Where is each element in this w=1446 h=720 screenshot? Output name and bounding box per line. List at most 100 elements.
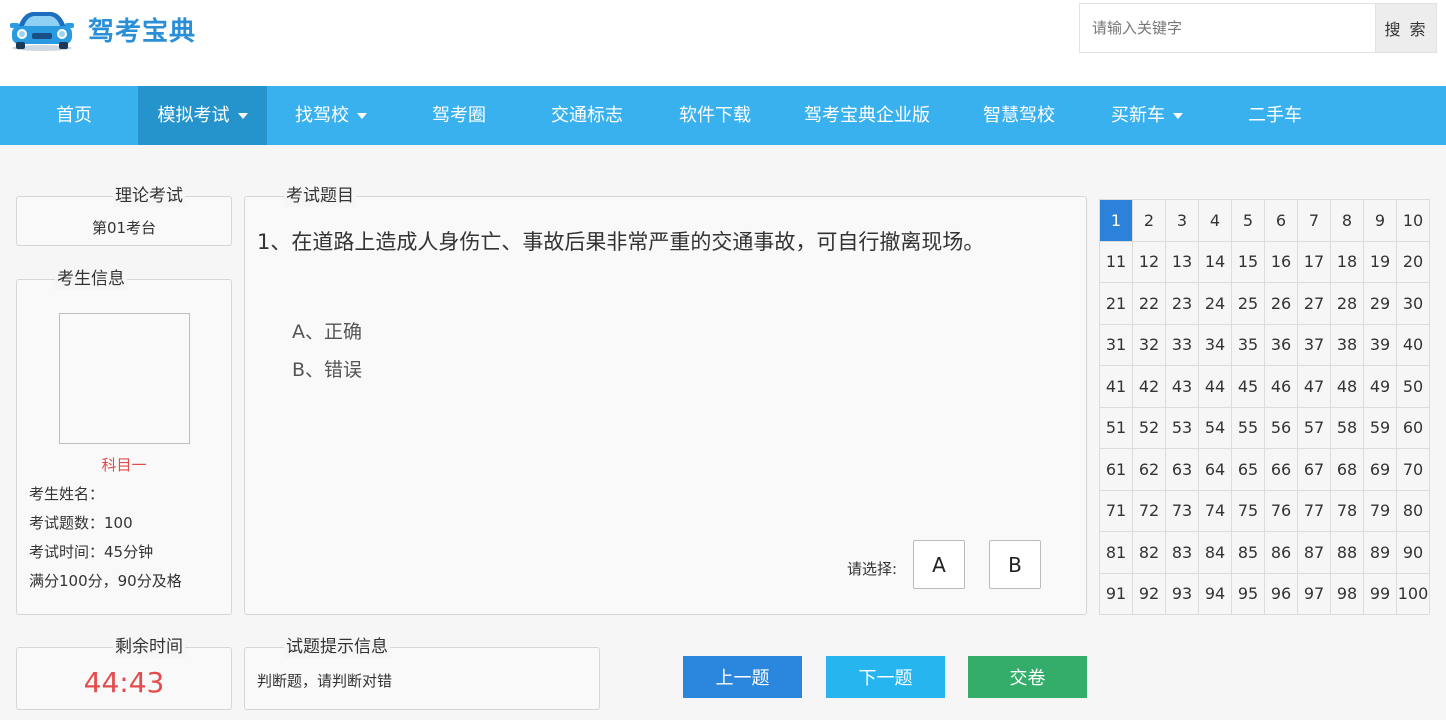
question-number-cell[interactable]: 24 (1198, 282, 1232, 325)
option-b[interactable]: B、错误 (292, 355, 362, 382)
question-number-cell[interactable]: 43 (1165, 365, 1199, 408)
question-number-cell[interactable]: 84 (1198, 531, 1232, 574)
question-number-cell[interactable]: 21 (1099, 282, 1133, 325)
search-input[interactable] (1080, 4, 1375, 52)
question-number-cell[interactable]: 66 (1264, 448, 1298, 491)
question-number-cell[interactable]: 61 (1099, 448, 1133, 491)
nav-item-mock-exam[interactable]: 模拟考试 (138, 86, 267, 145)
question-number-cell[interactable]: 63 (1165, 448, 1199, 491)
question-number-cell[interactable]: 94 (1198, 572, 1232, 615)
question-number-cell[interactable]: 98 (1330, 572, 1364, 615)
prev-question-button[interactable]: 上一题 (683, 656, 802, 698)
question-number-cell[interactable]: 22 (1132, 282, 1166, 325)
nav-item-find-school[interactable]: 找驾校 (267, 86, 395, 145)
logo[interactable]: 驾考宝典 (8, 6, 196, 52)
question-number-cell[interactable]: 42 (1132, 365, 1166, 408)
question-number-cell[interactable]: 38 (1330, 323, 1364, 366)
question-number-cell[interactable]: 59 (1363, 406, 1397, 449)
question-number-cell[interactable]: 45 (1231, 365, 1265, 408)
question-number-cell[interactable]: 62 (1132, 448, 1166, 491)
question-number-cell[interactable]: 58 (1330, 406, 1364, 449)
question-number-cell[interactable]: 73 (1165, 489, 1199, 532)
nav-item-enterprise[interactable]: 驾考宝典企业版 (779, 86, 955, 145)
question-number-cell[interactable]: 2 (1132, 199, 1166, 242)
question-number-cell[interactable]: 96 (1264, 572, 1298, 615)
question-number-cell[interactable]: 52 (1132, 406, 1166, 449)
question-number-cell[interactable]: 79 (1363, 489, 1397, 532)
search-button[interactable]: 搜 索 (1375, 4, 1436, 52)
question-number-cell[interactable]: 46 (1264, 365, 1298, 408)
question-number-cell[interactable]: 25 (1231, 282, 1265, 325)
nav-item-used-car[interactable]: 二手车 (1211, 86, 1339, 145)
question-number-cell[interactable]: 76 (1264, 489, 1298, 532)
question-number-cell[interactable]: 92 (1132, 572, 1166, 615)
question-number-cell[interactable]: 55 (1231, 406, 1265, 449)
question-number-cell[interactable]: 8 (1330, 199, 1364, 242)
question-number-cell[interactable]: 97 (1297, 572, 1331, 615)
question-number-cell[interactable]: 51 (1099, 406, 1133, 449)
question-number-cell[interactable]: 15 (1231, 240, 1265, 283)
question-number-cell[interactable]: 82 (1132, 531, 1166, 574)
question-number-cell[interactable]: 64 (1198, 448, 1232, 491)
question-number-cell[interactable]: 6 (1264, 199, 1298, 242)
question-number-cell[interactable]: 35 (1231, 323, 1265, 366)
question-number-cell[interactable]: 32 (1132, 323, 1166, 366)
question-number-cell[interactable]: 87 (1297, 531, 1331, 574)
question-number-cell[interactable]: 44 (1198, 365, 1232, 408)
question-number-cell[interactable]: 33 (1165, 323, 1199, 366)
question-number-cell[interactable]: 53 (1165, 406, 1199, 449)
question-number-cell[interactable]: 36 (1264, 323, 1298, 366)
question-number-cell[interactable]: 17 (1297, 240, 1331, 283)
answer-b-button[interactable]: B (989, 540, 1041, 589)
question-number-cell[interactable]: 23 (1165, 282, 1199, 325)
question-number-cell[interactable]: 12 (1132, 240, 1166, 283)
question-number-cell[interactable]: 80 (1396, 489, 1430, 532)
question-number-cell[interactable]: 71 (1099, 489, 1133, 532)
question-number-cell[interactable]: 40 (1396, 323, 1430, 366)
nav-item-community[interactable]: 驾考圈 (395, 86, 523, 145)
question-number-cell[interactable]: 49 (1363, 365, 1397, 408)
question-number-cell[interactable]: 72 (1132, 489, 1166, 532)
question-number-cell[interactable]: 39 (1363, 323, 1397, 366)
question-number-cell[interactable]: 68 (1330, 448, 1364, 491)
question-number-cell[interactable]: 13 (1165, 240, 1199, 283)
nav-item-new-car[interactable]: 买新车 (1083, 86, 1211, 145)
question-number-cell[interactable]: 65 (1231, 448, 1265, 491)
question-number-cell[interactable]: 48 (1330, 365, 1364, 408)
answer-a-button[interactable]: A (913, 540, 965, 589)
question-number-cell[interactable]: 30 (1396, 282, 1430, 325)
question-number-cell[interactable]: 50 (1396, 365, 1430, 408)
nav-item-traffic-signs[interactable]: 交通标志 (523, 86, 651, 145)
question-number-cell[interactable]: 10 (1396, 199, 1430, 242)
question-number-cell[interactable]: 14 (1198, 240, 1232, 283)
question-number-cell[interactable]: 19 (1363, 240, 1397, 283)
question-number-cell[interactable]: 41 (1099, 365, 1133, 408)
question-number-cell[interactable]: 81 (1099, 531, 1133, 574)
question-number-cell[interactable]: 7 (1297, 199, 1331, 242)
question-number-cell[interactable]: 77 (1297, 489, 1331, 532)
option-a[interactable]: A、正确 (292, 317, 362, 344)
question-number-cell[interactable]: 16 (1264, 240, 1298, 283)
question-number-cell[interactable]: 29 (1363, 282, 1397, 325)
question-number-cell[interactable]: 34 (1198, 323, 1232, 366)
question-number-cell[interactable]: 74 (1198, 489, 1232, 532)
question-number-cell[interactable]: 88 (1330, 531, 1364, 574)
question-number-cell[interactable]: 85 (1231, 531, 1265, 574)
question-number-cell[interactable]: 5 (1231, 199, 1265, 242)
nav-item-download[interactable]: 软件下载 (651, 86, 779, 145)
next-question-button[interactable]: 下一题 (826, 656, 945, 698)
question-number-cell[interactable]: 31 (1099, 323, 1133, 366)
question-number-cell[interactable]: 67 (1297, 448, 1331, 491)
question-number-cell[interactable]: 28 (1330, 282, 1364, 325)
question-number-cell[interactable]: 93 (1165, 572, 1199, 615)
question-number-cell[interactable]: 47 (1297, 365, 1331, 408)
question-number-cell[interactable]: 89 (1363, 531, 1397, 574)
nav-item-smart-school[interactable]: 智慧驾校 (955, 86, 1083, 145)
question-number-cell[interactable]: 18 (1330, 240, 1364, 283)
question-number-cell[interactable]: 70 (1396, 448, 1430, 491)
question-number-cell[interactable]: 9 (1363, 199, 1397, 242)
question-number-cell[interactable]: 4 (1198, 199, 1232, 242)
submit-exam-button[interactable]: 交卷 (968, 656, 1087, 698)
question-number-cell[interactable]: 60 (1396, 406, 1430, 449)
nav-item-home[interactable]: 首页 (10, 86, 138, 145)
